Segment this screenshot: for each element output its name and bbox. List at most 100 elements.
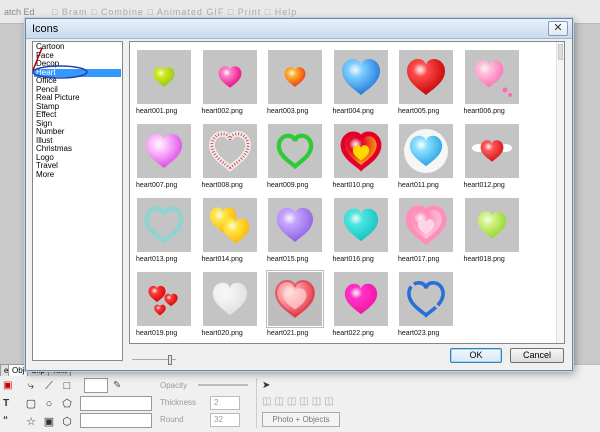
category-item[interactable]: Face bbox=[34, 52, 121, 61]
thumbnail-scrollbar[interactable] bbox=[556, 42, 564, 343]
icon-thumbnail[interactable]: heart001.png bbox=[136, 49, 196, 119]
category-item[interactable]: Pencil bbox=[34, 86, 121, 95]
icon-thumbnail[interactable]: heart020.png bbox=[201, 271, 262, 341]
image-object-icon[interactable]: ▣ bbox=[3, 380, 12, 391]
square-tool-icon[interactable]: ▢ bbox=[24, 397, 38, 411]
category-item[interactable]: Decop bbox=[34, 60, 121, 69]
icon-preview[interactable] bbox=[201, 123, 258, 179]
color-select[interactable] bbox=[80, 396, 152, 411]
icon-thumbnail[interactable]: heart016.png bbox=[332, 197, 393, 267]
icon-thumbnail[interactable]: heart007.png bbox=[136, 123, 196, 193]
icon-preview[interactable] bbox=[398, 197, 454, 253]
pointer-tool-icon[interactable]: ➤ bbox=[262, 380, 270, 391]
icon-preview[interactable] bbox=[463, 123, 520, 179]
close-button[interactable]: ✕ bbox=[548, 21, 568, 36]
icon-preview[interactable] bbox=[332, 49, 389, 105]
icon-thumbnail[interactable]: heart012.png bbox=[463, 123, 524, 193]
category-item[interactable]: Cartoon bbox=[34, 43, 121, 52]
quote-object-icon[interactable]: “ bbox=[3, 415, 8, 426]
lasso-tool-icon[interactable]: ⤷ bbox=[24, 379, 38, 393]
line-tool-icon[interactable]: ⟋ bbox=[42, 379, 56, 393]
icon-preview[interactable] bbox=[267, 123, 323, 179]
size-slider-handle[interactable] bbox=[168, 355, 172, 365]
category-item[interactable]: Real Picture bbox=[34, 94, 121, 103]
icon-thumbnail[interactable]: heart006.png bbox=[463, 49, 524, 119]
icon-preview[interactable] bbox=[398, 271, 454, 327]
icon-preview[interactable] bbox=[201, 49, 258, 105]
icon-preview[interactable] bbox=[463, 49, 520, 105]
icon-preview[interactable] bbox=[332, 123, 389, 179]
dialog-titlebar[interactable]: Icons ✕ bbox=[26, 19, 572, 39]
icon-thumbnail[interactable]: heart019.png bbox=[136, 271, 196, 341]
icon-filename: heart009.png bbox=[267, 182, 309, 189]
icon-preview[interactable] bbox=[332, 271, 389, 327]
ellipse-tool-icon[interactable]: ○ bbox=[42, 397, 56, 411]
category-item[interactable]: More bbox=[34, 171, 121, 180]
icon-preview[interactable] bbox=[267, 49, 323, 105]
icon-preview[interactable] bbox=[398, 49, 454, 105]
fill-select[interactable] bbox=[80, 413, 152, 428]
background-tab-batch-edit[interactable]: atch Ed bbox=[4, 7, 35, 17]
shape-tool-icon[interactable]: ⬡ bbox=[60, 415, 74, 429]
category-item[interactable]: Office bbox=[34, 77, 121, 86]
icon-preview[interactable] bbox=[267, 197, 323, 253]
icon-thumbnail[interactable]: heart009.png bbox=[267, 123, 327, 193]
category-item[interactable]: Travel bbox=[34, 162, 121, 171]
thumbnail-size-slider[interactable] bbox=[132, 355, 176, 365]
category-item[interactable]: Heart bbox=[34, 68, 121, 77]
photo-objects-button[interactable]: Photo + Objects bbox=[262, 412, 340, 427]
icon-preview[interactable] bbox=[463, 197, 520, 253]
opacity-slider[interactable] bbox=[198, 384, 248, 386]
icon-thumbnail[interactable]: heart014.png bbox=[201, 197, 262, 267]
icon-thumbnail[interactable]: heart017.png bbox=[398, 197, 458, 267]
category-item[interactable]: Sign bbox=[34, 120, 121, 129]
icon-thumbnail[interactable]: heart013.png bbox=[136, 197, 196, 267]
icon-thumbnail[interactable]: heart022.png bbox=[332, 271, 393, 341]
icon-thumbnail[interactable]: heart015.png bbox=[267, 197, 327, 267]
star-tool-icon[interactable]: ☆ bbox=[24, 415, 38, 429]
icon-preview[interactable] bbox=[332, 197, 389, 253]
icon-thumbnail[interactable]: heart008.png bbox=[201, 123, 262, 193]
icon-thumbnail[interactable]: heart021.png bbox=[266, 270, 327, 341]
polygon-tool-icon[interactable]: ⬠ bbox=[60, 397, 74, 411]
icon-thumbnail[interactable]: heart023.png bbox=[398, 271, 458, 341]
cancel-button[interactable]: Cancel bbox=[510, 348, 564, 363]
rectangle-tool-icon[interactable]: □ bbox=[60, 379, 74, 393]
icon-thumbnail-grid[interactable]: heart001.png heart002.png heart003.png hear… bbox=[129, 41, 565, 344]
heart-icon bbox=[471, 140, 512, 162]
icon-filename: heart016.png bbox=[332, 256, 374, 263]
thickness-input[interactable]: 2 bbox=[210, 396, 240, 410]
icon-preview[interactable] bbox=[136, 49, 192, 105]
icon-filename: heart014.png bbox=[201, 256, 243, 263]
frame-tool-icon[interactable]: ▣ bbox=[42, 415, 56, 429]
arrange-tool-icons[interactable]: ◫◫◫◫◫◫ bbox=[262, 396, 337, 407]
icon-preview[interactable] bbox=[201, 271, 258, 327]
category-item[interactable]: Logo bbox=[34, 154, 121, 163]
icon-preview[interactable] bbox=[136, 271, 192, 327]
icon-thumbnail[interactable]: heart010.png bbox=[332, 123, 393, 193]
icon-thumbnail[interactable]: heart002.png bbox=[201, 49, 262, 119]
icon-preview[interactable] bbox=[266, 270, 324, 328]
round-input[interactable]: 32 bbox=[210, 413, 240, 427]
icon-preview[interactable] bbox=[201, 197, 258, 253]
line-style-select[interactable] bbox=[84, 378, 108, 393]
icon-thumbnail[interactable]: heart018.png bbox=[463, 197, 524, 267]
icon-thumbnail[interactable]: heart011.png bbox=[398, 123, 458, 193]
scrollbar-thumb[interactable] bbox=[558, 44, 563, 60]
category-item[interactable]: Number bbox=[34, 128, 121, 137]
icon-thumbnail[interactable]: heart003.png bbox=[267, 49, 327, 119]
icon-preview[interactable] bbox=[136, 123, 192, 179]
ok-button[interactable]: OK bbox=[450, 348, 502, 363]
category-item[interactable]: Stamp bbox=[34, 103, 121, 112]
icon-thumbnail[interactable]: heart004.png bbox=[332, 49, 393, 119]
category-item[interactable]: Christmas bbox=[34, 145, 121, 154]
eyedropper-icon[interactable]: ✎ bbox=[113, 380, 121, 391]
category-item[interactable]: Effect bbox=[34, 111, 121, 120]
text-object-icon[interactable]: T bbox=[3, 398, 9, 409]
category-item[interactable]: Illust bbox=[34, 137, 121, 146]
icon-preview[interactable] bbox=[398, 123, 454, 179]
background-tabs[interactable]: □ Bram □ Combine □ Animated GIF □ Print … bbox=[52, 7, 297, 17]
icon-thumbnail[interactable]: heart005.png bbox=[398, 49, 458, 119]
icon-preview[interactable] bbox=[136, 197, 192, 253]
category-list[interactable]: Cartoon Face Decop Heart Office Pencil Real Pi… bbox=[32, 41, 123, 361]
